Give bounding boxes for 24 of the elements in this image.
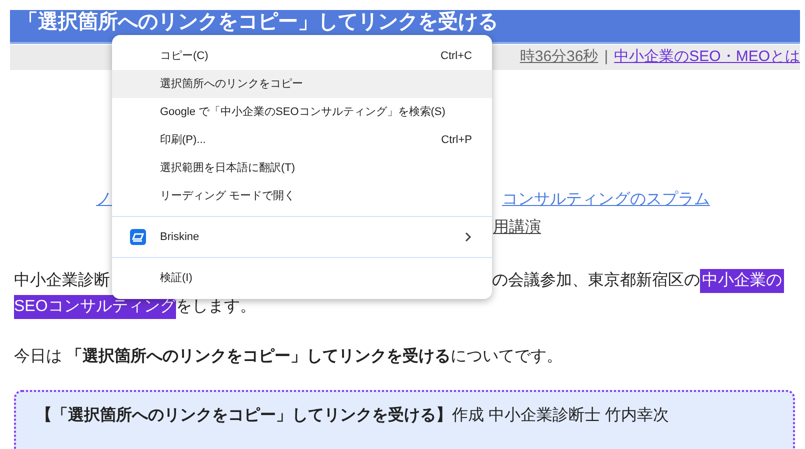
chevron-right-icon	[464, 232, 472, 242]
menu-item[interactable]: コピー(C) Ctrl+C	[112, 42, 492, 70]
menu-item[interactable]: 選択箇所へのリンクをコピー	[112, 70, 492, 98]
post-time: 時36分36秒	[520, 47, 598, 68]
menu-item[interactable]: 検証(I)	[112, 264, 492, 292]
menu-item[interactable]: Google で「中小企業のSEOコンサルティング」を検索(S)	[112, 98, 492, 126]
paragraph-text: 中小企業診断	[14, 270, 110, 291]
menu-item[interactable]: Briskine	[112, 223, 492, 251]
paragraph-text: の会議参加、東京都新宿区の	[492, 270, 700, 291]
paragraph-text: をします。	[176, 297, 256, 317]
box-heading: 【「選択箇所へのリンクをコピー」してリンクを受ける】作成 中小企業診断士 竹内幸次	[36, 407, 669, 424]
text-link[interactable]: コンサルティングのスプラム	[502, 188, 710, 212]
meta-separator: |	[604, 47, 608, 68]
menu-item[interactable]: 選択範囲を日本語に翻訳(T)	[112, 154, 492, 182]
link-fragment[interactable]: ノ	[96, 188, 112, 212]
selected-text: SEOコンサルティング	[14, 295, 176, 319]
menu-item[interactable]: リーディング モードで開く	[112, 182, 492, 210]
menu-item[interactable]: 印刷(P)... Ctrl+P	[112, 126, 492, 154]
related-link[interactable]: 中小企業のSEO・MEOとは	[614, 46, 800, 69]
link-text[interactable]: 用講演	[493, 216, 541, 240]
page-title: 「選択箇所へのリンクをコピー」してリンクを受ける	[18, 11, 498, 33]
selected-text: 中小企業の	[700, 269, 784, 293]
intro-sentence: 今日は 「選択箇所へのリンクをコピー」してリンクを受けるについてです。	[14, 346, 562, 367]
extension-icon	[130, 229, 146, 245]
